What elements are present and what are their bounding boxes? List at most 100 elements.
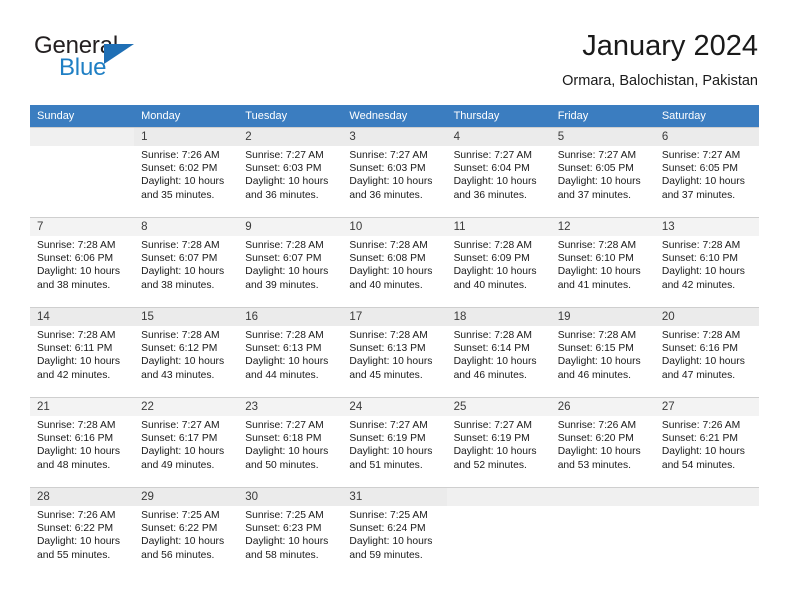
calendar-day-cell[interactable]: 23 Sunrise: 7:27 AM Sunset: 6:18 PM Dayligh… bbox=[238, 397, 343, 487]
calendar-day-cell[interactable]: 7 Sunrise: 7:28 AM Sunset: 6:06 PM Daylight… bbox=[30, 217, 135, 307]
calendar-day-cell[interactable]: 11 Sunrise: 7:28 AM Sunset: 6:09 PM Dayligh… bbox=[446, 217, 551, 307]
calendar-day-cell[interactable]: 6 Sunrise: 7:27 AM Sunset: 6:05 PM Daylight… bbox=[654, 127, 759, 217]
day-cell-body: 23 Sunrise: 7:27 AM Sunset: 6:18 PM Dayligh… bbox=[238, 397, 343, 487]
day-number: 5 bbox=[550, 128, 655, 146]
day-cell-body: 9 Sunrise: 7:28 AM Sunset: 6:07 PM Daylight… bbox=[238, 217, 343, 307]
sunrise-text: Sunrise: 7:28 AM bbox=[37, 420, 116, 431]
day-cell-body: 20 Sunrise: 7:28 AM Sunset: 6:16 PM Dayligh… bbox=[654, 307, 759, 397]
daylight-text-line1: Daylight: 10 hours bbox=[557, 446, 641, 458]
calendar-day-cell[interactable]: 25 Sunrise: 7:27 AM Sunset: 6:19 PM Dayligh… bbox=[446, 397, 551, 487]
calendar-day-cell[interactable]: 8 Sunrise: 7:28 AM Sunset: 6:07 PM Daylight… bbox=[134, 217, 239, 307]
brand-word-blue: Blue bbox=[59, 54, 107, 81]
sunrise-text: Sunrise: 7:27 AM bbox=[245, 420, 324, 431]
calendar-week-row: 21 Sunrise: 7:28 AM Sunset: 6:16 PM Dayligh… bbox=[30, 397, 759, 487]
calendar-day-cell[interactable]: 27 Sunrise: 7:26 AM Sunset: 6:21 PM Dayligh… bbox=[654, 397, 759, 487]
day-details: Sunrise: 7:28 AM Sunset: 6:10 PM Daylight:… bbox=[551, 236, 655, 292]
calendar-day-cell[interactable]: 13 Sunrise: 7:28 AM Sunset: 6:10 PM Dayligh… bbox=[654, 217, 759, 307]
day-number: 1 bbox=[134, 128, 239, 146]
calendar-day-cell[interactable]: 1 Sunrise: 7:26 AM Sunset: 6:02 PM Daylight… bbox=[134, 127, 239, 217]
daylight-text-line2: and 46 minutes. bbox=[453, 369, 527, 381]
daylight-text-line1: Daylight: 10 hours bbox=[141, 266, 225, 278]
page-title: January 2024 bbox=[582, 30, 758, 62]
sunset-text: Sunset: 6:21 PM bbox=[661, 433, 738, 445]
daylight-text-line1: Daylight: 10 hours bbox=[37, 266, 120, 278]
day-details: Sunrise: 7:26 AM Sunset: 6:20 PM Daylight:… bbox=[551, 416, 655, 472]
calendar-day-cell[interactable]: 22 Sunrise: 7:27 AM Sunset: 6:17 PM Dayligh… bbox=[134, 397, 239, 487]
calendar-page: General Blue January 2024 Ormara, Baloch… bbox=[0, 0, 792, 612]
calendar-day-cell[interactable]: 9 Sunrise: 7:28 AM Sunset: 6:07 PM Daylight… bbox=[238, 217, 343, 307]
day-number: 21 bbox=[30, 398, 135, 416]
daylight-text-line1: Daylight: 10 hours bbox=[349, 176, 433, 188]
day-details: Sunrise: 7:27 AM Sunset: 6:05 PM Daylight:… bbox=[655, 146, 759, 202]
daylight-text-line2: and 50 minutes. bbox=[245, 459, 319, 471]
day-details: Sunrise: 7:28 AM Sunset: 6:07 PM Daylight:… bbox=[238, 236, 342, 292]
calendar-day-cell[interactable]: 24 Sunrise: 7:27 AM Sunset: 6:19 PM Dayligh… bbox=[342, 397, 447, 487]
calendar-day-cell[interactable]: 17 Sunrise: 7:28 AM Sunset: 6:13 PM Dayligh… bbox=[342, 307, 447, 397]
sunrise-text: Sunrise: 7:26 AM bbox=[557, 420, 637, 431]
sunset-text: Sunset: 6:19 PM bbox=[349, 433, 426, 445]
calendar-day-cell[interactable]: 14 Sunrise: 7:28 AM Sunset: 6:11 PM Dayligh… bbox=[30, 307, 135, 397]
calendar-day-cell[interactable]: 30 Sunrise: 7:25 AM Sunset: 6:23 PM Dayligh… bbox=[238, 487, 343, 577]
sunrise-text: Sunrise: 7:25 AM bbox=[349, 510, 428, 521]
calendar-day-cell-empty bbox=[550, 487, 655, 577]
day-number: 2 bbox=[238, 128, 343, 146]
daylight-text-line1: Daylight: 10 hours bbox=[349, 356, 433, 368]
day-details: Sunrise: 7:27 AM Sunset: 6:18 PM Daylight:… bbox=[238, 416, 342, 472]
day-number: 27 bbox=[654, 398, 759, 416]
day-cell-body bbox=[550, 487, 655, 577]
sunrise-text: Sunrise: 7:27 AM bbox=[557, 150, 637, 161]
day-details: Sunrise: 7:28 AM Sunset: 6:09 PM Daylight:… bbox=[447, 236, 551, 292]
daylight-text-line1: Daylight: 10 hours bbox=[661, 356, 745, 368]
daylight-text-line1: Daylight: 10 hours bbox=[349, 536, 433, 548]
calendar-day-cell[interactable]: 2 Sunrise: 7:27 AM Sunset: 6:03 PM Daylight… bbox=[238, 127, 343, 217]
day-cell-body: 11 Sunrise: 7:28 AM Sunset: 6:09 PM Dayligh… bbox=[446, 217, 551, 307]
day-cell-body: 6 Sunrise: 7:27 AM Sunset: 6:05 PM Daylight… bbox=[654, 127, 759, 217]
daylight-text-line1: Daylight: 10 hours bbox=[37, 356, 120, 368]
day-details: Sunrise: 7:27 AM Sunset: 6:17 PM Daylight:… bbox=[134, 416, 238, 472]
calendar-day-cell[interactable]: 15 Sunrise: 7:28 AM Sunset: 6:12 PM Dayligh… bbox=[134, 307, 239, 397]
day-cell-body: 28 Sunrise: 7:26 AM Sunset: 6:22 PM Dayligh… bbox=[30, 487, 135, 577]
calendar-header-row: Sunday Monday Tuesday Wednesday Thursday… bbox=[30, 105, 759, 127]
calendar-day-cell[interactable]: 10 Sunrise: 7:28 AM Sunset: 6:08 PM Dayligh… bbox=[342, 217, 447, 307]
calendar-day-cell[interactable]: 29 Sunrise: 7:25 AM Sunset: 6:22 PM Dayligh… bbox=[134, 487, 239, 577]
sunrise-text: Sunrise: 7:28 AM bbox=[141, 240, 220, 251]
calendar-day-cell[interactable]: 4 Sunrise: 7:27 AM Sunset: 6:04 PM Daylight… bbox=[446, 127, 551, 217]
day-details: Sunrise: 7:27 AM Sunset: 6:03 PM Daylight:… bbox=[342, 146, 446, 202]
sunrise-text: Sunrise: 7:27 AM bbox=[349, 150, 428, 161]
day-number: 28 bbox=[30, 488, 135, 506]
calendar-day-cell[interactable]: 31 Sunrise: 7:25 AM Sunset: 6:24 PM Dayligh… bbox=[342, 487, 447, 577]
daylight-text-line2: and 52 minutes. bbox=[453, 459, 527, 471]
day-cell-body: 13 Sunrise: 7:28 AM Sunset: 6:10 PM Dayligh… bbox=[654, 217, 759, 307]
calendar-day-cell[interactable]: 18 Sunrise: 7:28 AM Sunset: 6:14 PM Dayligh… bbox=[446, 307, 551, 397]
sunset-text: Sunset: 6:08 PM bbox=[349, 253, 426, 265]
calendar-week-row: 7 Sunrise: 7:28 AM Sunset: 6:06 PM Daylight… bbox=[30, 217, 759, 307]
calendar-day-cell[interactable]: 3 Sunrise: 7:27 AM Sunset: 6:03 PM Daylight… bbox=[342, 127, 447, 217]
day-cell-body: 12 Sunrise: 7:28 AM Sunset: 6:10 PM Dayligh… bbox=[550, 217, 655, 307]
daylight-text-line1: Daylight: 10 hours bbox=[245, 536, 329, 548]
calendar-day-cell[interactable]: 28 Sunrise: 7:26 AM Sunset: 6:22 PM Dayligh… bbox=[30, 487, 135, 577]
daylight-text-line1: Daylight: 10 hours bbox=[37, 446, 120, 458]
calendar-day-cell[interactable]: 16 Sunrise: 7:28 AM Sunset: 6:13 PM Dayligh… bbox=[238, 307, 343, 397]
calendar-day-cell[interactable]: 20 Sunrise: 7:28 AM Sunset: 6:16 PM Dayligh… bbox=[654, 307, 759, 397]
sunset-text: Sunset: 6:07 PM bbox=[141, 253, 218, 265]
day-cell-body: 22 Sunrise: 7:27 AM Sunset: 6:17 PM Dayligh… bbox=[134, 397, 239, 487]
weekday-header-friday: Friday bbox=[550, 105, 655, 127]
calendar-day-cell[interactable]: 21 Sunrise: 7:28 AM Sunset: 6:16 PM Dayligh… bbox=[30, 397, 135, 487]
calendar-day-cell[interactable]: 5 Sunrise: 7:27 AM Sunset: 6:05 PM Daylight… bbox=[550, 127, 655, 217]
weekday-header-wednesday: Wednesday bbox=[342, 105, 447, 127]
calendar-day-cell[interactable]: 26 Sunrise: 7:26 AM Sunset: 6:20 PM Dayligh… bbox=[550, 397, 655, 487]
sunrise-text: Sunrise: 7:27 AM bbox=[349, 420, 428, 431]
day-details: Sunrise: 7:28 AM Sunset: 6:08 PM Daylight:… bbox=[342, 236, 446, 292]
daylight-text-line1: Daylight: 10 hours bbox=[661, 446, 745, 458]
day-cell-body: 30 Sunrise: 7:25 AM Sunset: 6:23 PM Dayligh… bbox=[238, 487, 343, 577]
daylight-text-line2: and 40 minutes. bbox=[453, 279, 527, 291]
day-cell-body bbox=[30, 127, 135, 217]
brand-logo[interactable]: General Blue bbox=[30, 32, 210, 88]
calendar-day-cell[interactable]: 12 Sunrise: 7:28 AM Sunset: 6:10 PM Dayligh… bbox=[550, 217, 655, 307]
day-details: Sunrise: 7:28 AM Sunset: 6:13 PM Daylight:… bbox=[238, 326, 342, 382]
calendar-day-cell[interactable]: 19 Sunrise: 7:28 AM Sunset: 6:15 PM Dayligh… bbox=[550, 307, 655, 397]
sunrise-text: Sunrise: 7:28 AM bbox=[661, 330, 741, 341]
day-number: 3 bbox=[342, 128, 447, 146]
calendar-grid: Sunday Monday Tuesday Wednesday Thursday… bbox=[30, 105, 759, 577]
daylight-text-line2: and 49 minutes. bbox=[141, 459, 215, 471]
